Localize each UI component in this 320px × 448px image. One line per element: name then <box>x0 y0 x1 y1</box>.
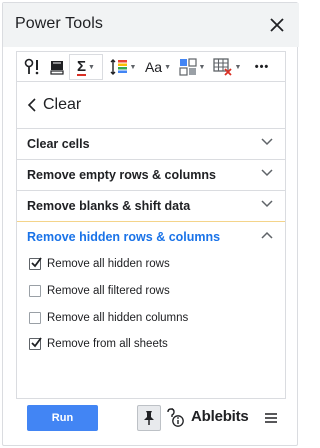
window-title: Power Tools <box>15 15 103 32</box>
checkmark-icon <box>31 257 42 268</box>
clear-format-button[interactable] <box>47 54 67 80</box>
run-button[interactable]: Run <box>27 405 98 431</box>
hamburger-menu-icon <box>265 413 277 423</box>
checkbox[interactable] <box>29 257 42 270</box>
checkbox[interactable] <box>29 312 41 324</box>
text-case-icon: Aa <box>144 59 163 75</box>
table-remove-icon <box>212 58 232 76</box>
section-remove-empty[interactable]: Remove empty rows & columns <box>17 159 285 190</box>
section-label: Remove blanks & shift data <box>27 199 191 213</box>
option-remove-from-all-sheets[interactable]: Remove from all sheets <box>29 336 168 352</box>
row-height-button[interactable]: ▼ <box>109 54 137 80</box>
chevron-down-icon: ▼ <box>234 63 242 71</box>
power-tools-sidebar: Power Tools Σ ▼ ▼ Aa ▼ ▼ ▼ ••• Clear Cle… <box>2 2 299 447</box>
sigma-icon: Σ <box>77 57 87 76</box>
row-height-icon <box>110 59 127 75</box>
checkbox[interactable] <box>29 285 41 297</box>
page-title: Clear <box>43 96 82 113</box>
title-bar: Power Tools <box>3 3 299 47</box>
chevron-down-icon: ▼ <box>88 63 95 71</box>
section-label: Remove empty rows & columns <box>27 168 216 182</box>
chevron-up-icon <box>261 231 273 239</box>
section-remove-blanks[interactable]: Remove blanks & shift data <box>17 190 285 221</box>
toolbar: Σ ▼ ▼ Aa ▼ ▼ ▼ ••• <box>16 51 286 81</box>
chevron-down-icon <box>261 169 273 177</box>
brand-logo[interactable]: Ablebits <box>191 408 249 425</box>
text-case-button[interactable]: Aa ▼ <box>143 54 173 80</box>
menu-button[interactable] <box>263 407 279 429</box>
help-button[interactable] <box>165 405 187 431</box>
section-clear-cells[interactable]: Clear cells <box>17 128 285 159</box>
option-label: Remove all filtered rows <box>47 285 170 297</box>
checkmark-icon <box>31 337 42 348</box>
clear-format-icon <box>50 61 64 75</box>
help-info-icon <box>167 408 184 427</box>
pin-icon <box>144 411 154 425</box>
chevron-down-icon: ▼ <box>129 63 137 71</box>
chevron-down-icon <box>261 138 273 146</box>
sum-functions-button[interactable]: Σ ▼ <box>69 54 103 80</box>
pin-button[interactable] <box>137 405 161 431</box>
chevron-left-icon <box>27 98 36 112</box>
option-remove-hidden-columns[interactable]: Remove all hidden columns <box>29 310 188 326</box>
option-label: Remove all hidden rows <box>47 258 170 270</box>
close-icon <box>270 18 284 32</box>
option-label: Remove all hidden columns <box>47 312 189 324</box>
content-panel: Clear Clear cells Remove empty rows & co… <box>16 81 286 399</box>
option-remove-filtered-rows[interactable]: Remove all filtered rows <box>29 283 170 299</box>
more-button[interactable]: ••• <box>249 54 275 80</box>
more-icon: ••• <box>254 61 270 73</box>
checkbox[interactable] <box>29 337 42 350</box>
chevron-down-icon <box>261 200 273 208</box>
split-merge-button[interactable]: ▼ <box>177 54 207 80</box>
option-label: Remove from all sheets <box>47 338 168 350</box>
section-label: Remove hidden rows & columns <box>27 230 221 244</box>
section-label: Clear cells <box>27 137 90 151</box>
find-replace-button[interactable] <box>23 54 45 80</box>
close-button[interactable] <box>265 13 289 37</box>
section-remove-hidden[interactable]: Remove hidden rows & columns <box>17 221 285 252</box>
split-merge-icon <box>178 58 197 76</box>
footer: Run Ablebits <box>3 399 299 447</box>
find-replace-icon <box>24 58 39 75</box>
option-remove-hidden-rows[interactable]: Remove all hidden rows <box>29 256 170 272</box>
remove-table-button[interactable]: ▼ <box>211 54 243 80</box>
remove-hidden-options: Remove all hidden rows Remove all filter… <box>17 253 285 398</box>
back-button[interactable]: Clear <box>17 82 285 128</box>
chevron-down-icon: ▼ <box>164 63 172 71</box>
chevron-down-icon: ▼ <box>198 63 206 71</box>
